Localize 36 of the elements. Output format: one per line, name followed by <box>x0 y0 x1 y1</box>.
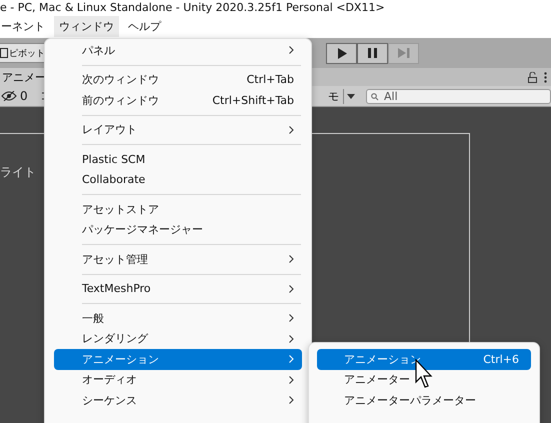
menu-item[interactable]: アセット管理 <box>54 249 302 270</box>
menu-item[interactable]: 次のウィンドウ Ctrl+Tab <box>54 70 302 90</box>
menu-bar-item[interactable]: ヘルプ <box>123 16 166 36</box>
caret-icon[interactable] <box>347 94 355 98</box>
menu-item[interactable]: 前のウィンドウ Ctrl+Shift+Tab <box>54 90 302 110</box>
menu-item[interactable]: パッケージマネージャー <box>54 220 302 240</box>
window-title: e - PC, Mac & Linux Standalone - Unity 2020.3.25f1 Personal <DX11> <box>0 1 385 14</box>
search-icon <box>371 92 381 100</box>
step-icon <box>398 48 410 58</box>
scene-label: ライト <box>0 164 36 181</box>
menu-item[interactable]: レイアウト <box>54 120 302 140</box>
menu-item[interactable]: レンダリング <box>54 328 302 349</box>
hidden-count: 0 <box>20 89 28 103</box>
menu-item[interactable]: パネル <box>54 40 302 60</box>
play-button[interactable] <box>326 42 357 64</box>
pause-icon <box>368 48 377 58</box>
menu-bar-item[interactable]: ーネント <box>0 16 50 36</box>
menu-item[interactable]: 一般 <box>54 308 302 328</box>
menu-item[interactable]: オーディオ <box>54 370 302 390</box>
play-icon <box>336 48 346 58</box>
menu-item[interactable]: アニメーターパラメーター <box>317 390 531 410</box>
menu-bar-item[interactable]: ウィンドウ <box>54 16 119 36</box>
menu-item[interactable]: TextMeshPro <box>54 278 302 299</box>
menu-item[interactable]: アニメーター <box>317 370 531 390</box>
square-icon <box>0 48 8 58</box>
more-icon[interactable] <box>544 72 547 82</box>
eye-icon[interactable] <box>1 91 17 101</box>
search-field[interactable]: All <box>366 88 551 104</box>
menu-item[interactable]: シーケンス <box>54 390 302 410</box>
dropdown[interactable]: モ <box>328 88 344 104</box>
menu-item[interactable]: アセットストア <box>54 199 302 220</box>
lock-icon[interactable] <box>528 72 537 82</box>
menu-item[interactable]: Collaborate <box>54 170 302 190</box>
pause-button[interactable] <box>357 42 388 64</box>
menu-item[interactable]: アニメーション <box>54 349 302 370</box>
menu-item[interactable]: Plastic SCM <box>54 149 302 170</box>
